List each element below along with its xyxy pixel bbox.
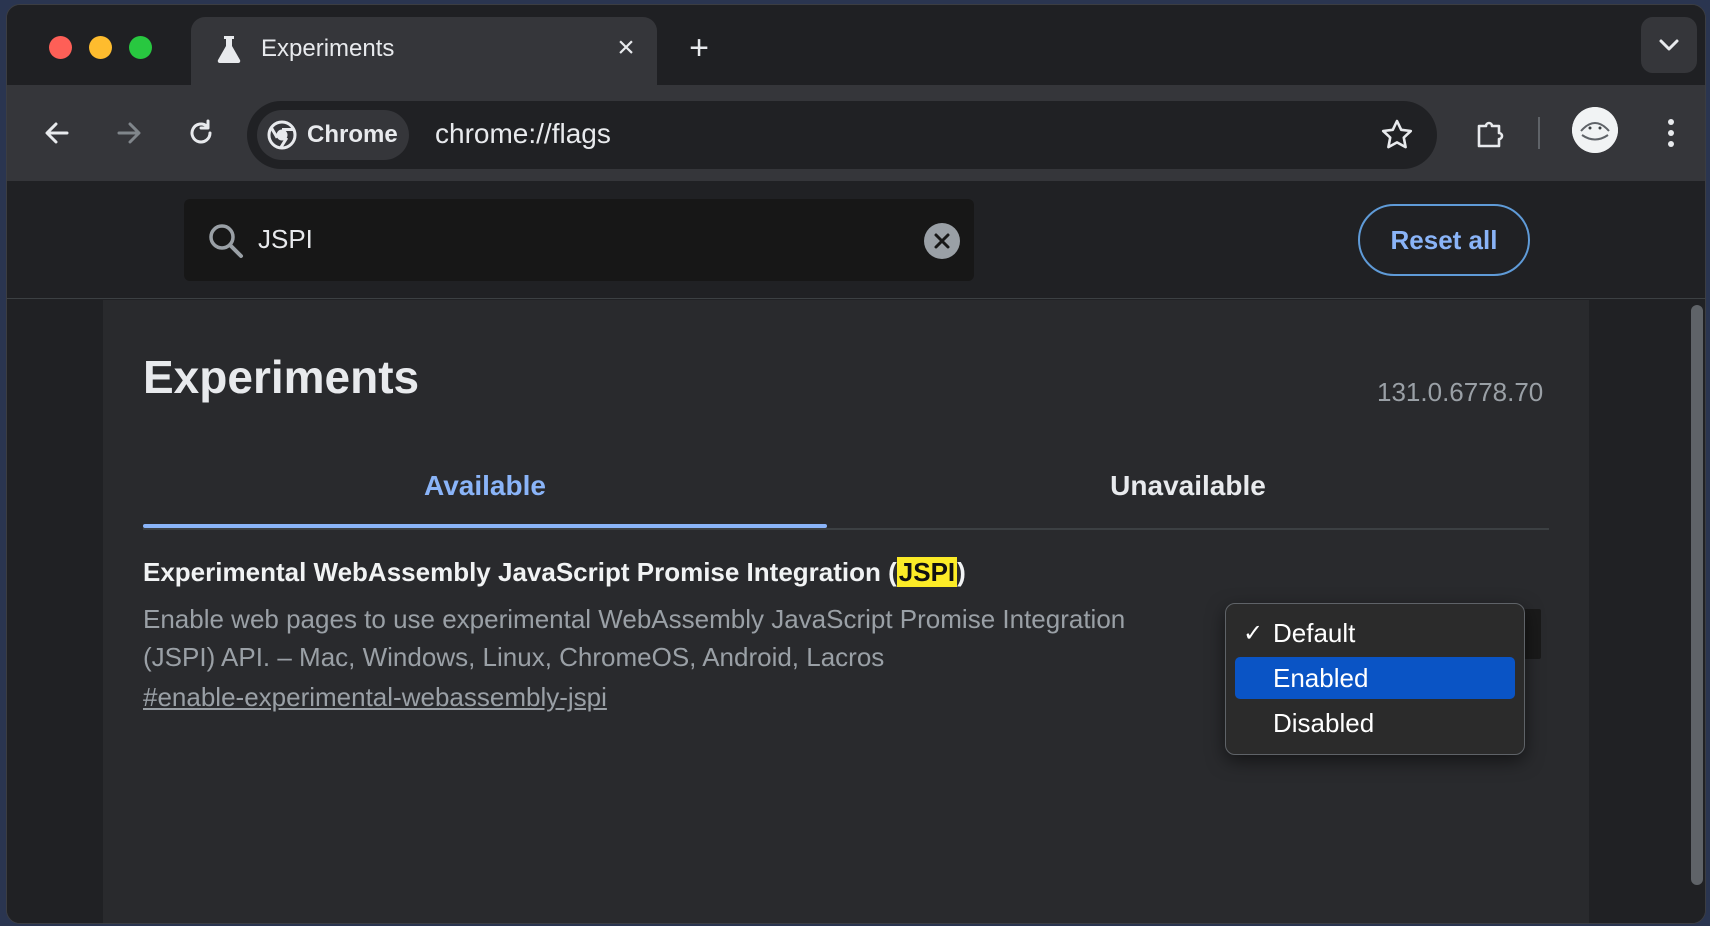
tabs-divider: [143, 528, 1549, 530]
chip-label: Chrome: [307, 121, 398, 148]
search-icon: [209, 224, 243, 258]
puzzle-icon: [1477, 121, 1504, 148]
profile-avatar[interactable]: [1572, 107, 1618, 153]
reload-button[interactable]: [177, 109, 225, 157]
chevron-down-icon: [1659, 39, 1679, 51]
bookmark-star-icon[interactable]: [1379, 117, 1415, 153]
toolbar-divider: [1538, 117, 1540, 149]
option-label: Disabled: [1273, 707, 1375, 738]
checkmark-icon: ✓: [1243, 619, 1264, 647]
close-window-button[interactable]: [49, 36, 72, 59]
new-tab-button[interactable]: +: [679, 30, 719, 70]
clear-search-button[interactable]: [924, 223, 960, 259]
menu-button[interactable]: [1647, 109, 1695, 157]
flask-icon: [217, 36, 241, 64]
site-info-chip[interactable]: Chrome: [257, 110, 409, 160]
option-label: Default: [1273, 617, 1356, 648]
arrow-right-icon: [117, 122, 141, 144]
tab-experiments[interactable]: Experiments ×: [191, 17, 657, 89]
experiment-title-prefix: Experimental WebAssembly JavaScript Prom…: [143, 557, 897, 587]
tab-available[interactable]: Available: [143, 445, 827, 527]
address-bar[interactable]: Chrome chrome://flags: [247, 101, 1437, 169]
page-title: Experiments: [143, 351, 420, 403]
more-vertical-icon: [1668, 119, 1674, 147]
version-number: 131.0.6778.70: [1377, 377, 1544, 407]
search-match-highlight: JSPI: [896, 557, 958, 587]
experiment-description: Enable web pages to use experimental Web…: [143, 604, 1126, 672]
tab-strip: Experiments × +: [7, 5, 1705, 89]
scrollbar[interactable]: [1691, 305, 1703, 885]
minimize-window-button[interactable]: [89, 36, 112, 59]
search-input[interactable]: [258, 217, 898, 261]
close-tab-icon[interactable]: ×: [611, 33, 641, 63]
avatar-icon: [1572, 107, 1618, 153]
experiment-title-suffix: ): [957, 557, 966, 587]
url-text[interactable]: chrome://flags: [435, 118, 611, 150]
toolbar: Chrome chrome://flags: [7, 85, 1705, 181]
forward-button[interactable]: [105, 109, 153, 157]
back-button[interactable]: [33, 109, 81, 157]
state-dropdown-menu: ✓ Default Enabled Disabled: [1225, 603, 1525, 755]
option-label: Enabled: [1273, 662, 1369, 693]
flags-header: Reset all: [7, 181, 1705, 299]
experiment-permalink[interactable]: #enable-experimental-webassembly-jspi: [143, 682, 607, 713]
flags-search-box: [184, 199, 974, 281]
zoom-window-button[interactable]: [129, 36, 152, 59]
reset-all-button[interactable]: Reset all: [1358, 204, 1530, 276]
tab-search-button[interactable]: [1641, 17, 1697, 73]
close-icon: [934, 233, 950, 249]
dropdown-option-default[interactable]: ✓ Default: [1235, 612, 1515, 654]
dropdown-option-enabled[interactable]: Enabled: [1235, 657, 1515, 699]
extensions-button[interactable]: [1467, 109, 1515, 157]
browser-window: Experiments × + Chrome chrome://flags JS…: [6, 4, 1706, 924]
tab-unavailable[interactable]: Unavailable: [827, 445, 1549, 527]
dropdown-option-disabled[interactable]: Disabled: [1235, 702, 1515, 744]
arrow-left-icon: [45, 122, 69, 144]
experiment-title: Experimental WebAssembly JavaScript Prom…: [143, 557, 966, 588]
reload-icon: [190, 119, 212, 144]
tab-title: Experiments: [261, 35, 395, 62]
chrome-logo-icon: [267, 120, 297, 150]
